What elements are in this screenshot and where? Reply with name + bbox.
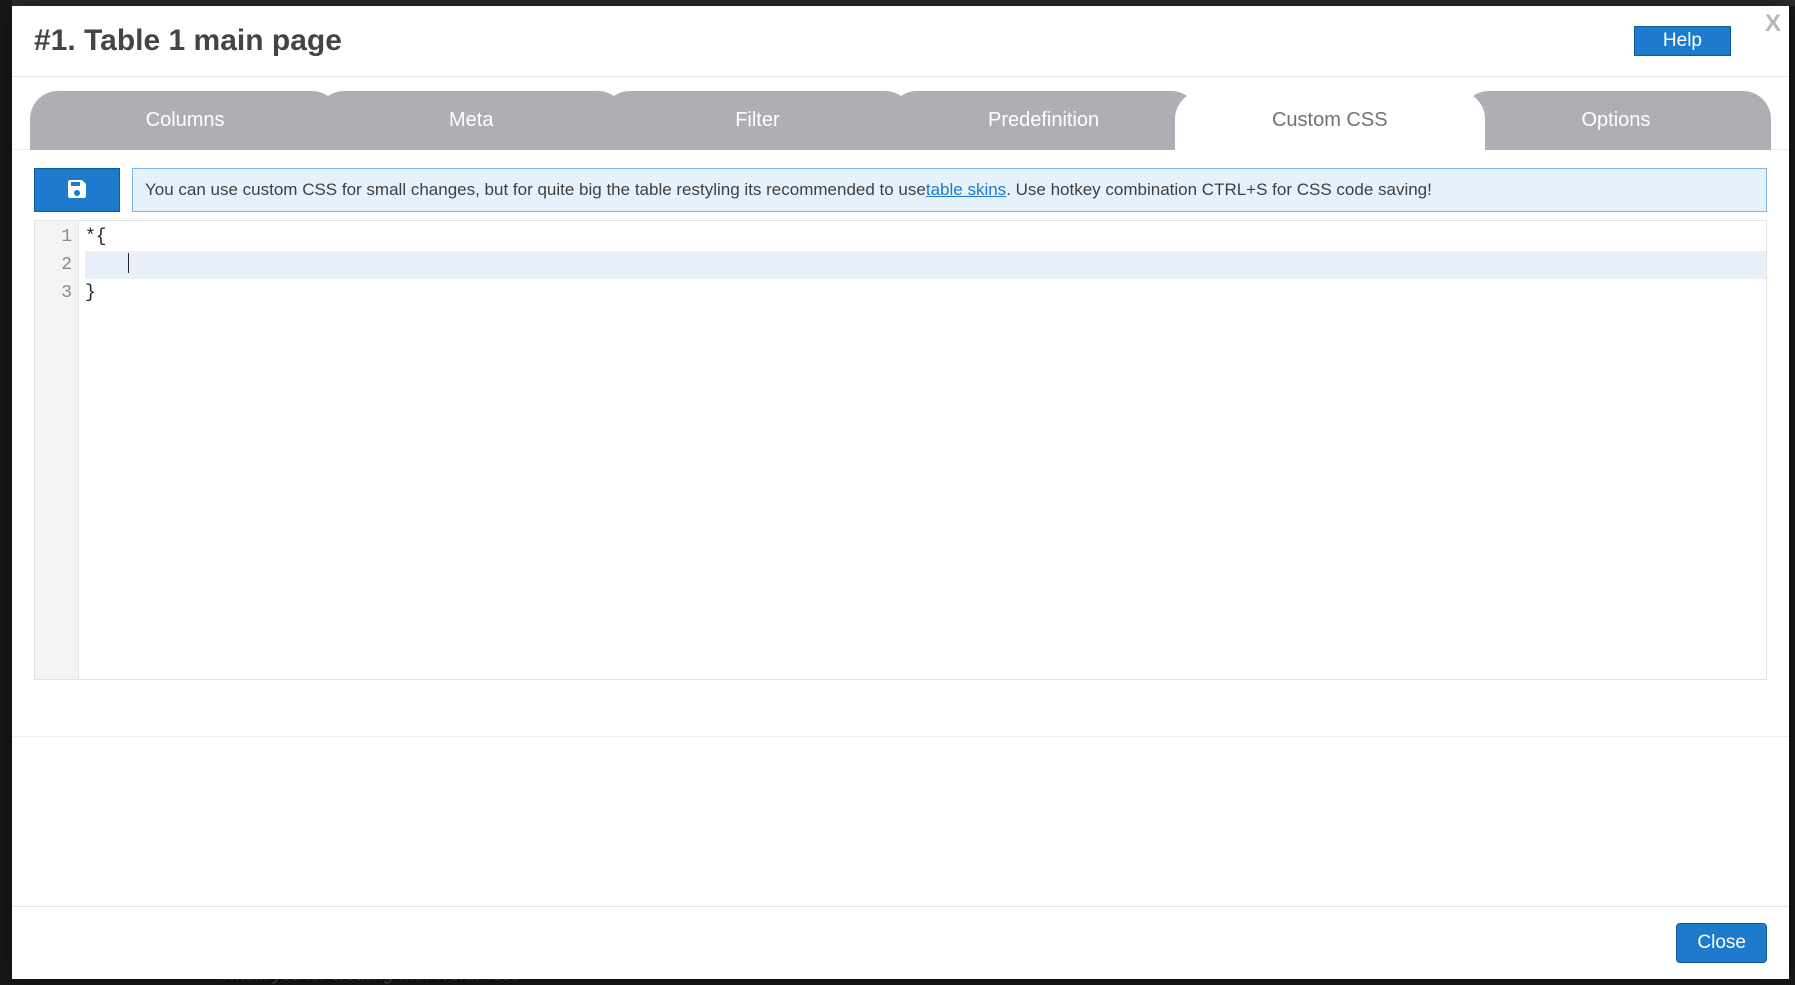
toolbar-row: You can use custom CSS for small changes…	[34, 168, 1767, 212]
code-line[interactable]: *{	[85, 223, 1766, 251]
tab-filter[interactable]: Filter	[602, 91, 912, 150]
tab-options[interactable]: Options	[1461, 91, 1771, 150]
empty-gap	[12, 736, 1789, 906]
info-banner: You can use custom CSS for small changes…	[132, 168, 1767, 212]
tab-label: Predefinition	[988, 109, 1099, 131]
tab-bar: Columns Meta Filter Predefinition Custom…	[12, 77, 1789, 150]
tab-label: Columns	[146, 109, 225, 131]
close-button[interactable]: Close	[1676, 923, 1767, 963]
help-button[interactable]: Help	[1634, 26, 1731, 56]
tab-predefinition[interactable]: Predefinition	[889, 91, 1199, 150]
text-cursor	[128, 253, 129, 273]
tab-label: Meta	[449, 109, 493, 131]
tab-label: Custom CSS	[1272, 109, 1388, 131]
modal-title: #1. Table 1 main page	[34, 24, 1634, 58]
code-text	[85, 255, 128, 275]
tab-label: Filter	[735, 109, 779, 131]
tab-label: Options	[1581, 109, 1650, 131]
editor-code-area[interactable]: *{ }	[79, 221, 1766, 679]
code-line-active[interactable]	[85, 251, 1766, 279]
info-text-before: You can use custom CSS for small changes…	[145, 180, 926, 200]
tab-meta[interactable]: Meta	[316, 91, 626, 150]
editor-gutter: 1 2 3	[35, 221, 79, 679]
save-button[interactable]	[34, 168, 120, 212]
tab-columns[interactable]: Columns	[30, 91, 340, 150]
css-editor[interactable]: 1 2 3 *{ }	[34, 220, 1767, 680]
table-skins-link[interactable]: table skins	[926, 180, 1006, 200]
line-number: 3	[35, 279, 72, 307]
code-line[interactable]: }	[85, 279, 1766, 307]
save-icon	[65, 177, 89, 204]
tab-panel-custom-css: You can use custom CSS for small changes…	[12, 149, 1789, 736]
tab-custom-css[interactable]: Custom CSS	[1175, 91, 1485, 150]
modal-dialog: #1. Table 1 main page Help X Columns Met…	[12, 6, 1789, 979]
line-number: 2	[35, 251, 72, 279]
modal-footer: Close	[12, 906, 1789, 979]
backdrop-left-strip	[0, 0, 12, 985]
info-text-after: . Use hotkey combination CTRL+S for CSS …	[1006, 180, 1432, 200]
modal-header: #1. Table 1 main page Help X	[12, 6, 1789, 77]
line-number: 1	[35, 223, 72, 251]
close-icon[interactable]: X	[1765, 10, 1781, 38]
